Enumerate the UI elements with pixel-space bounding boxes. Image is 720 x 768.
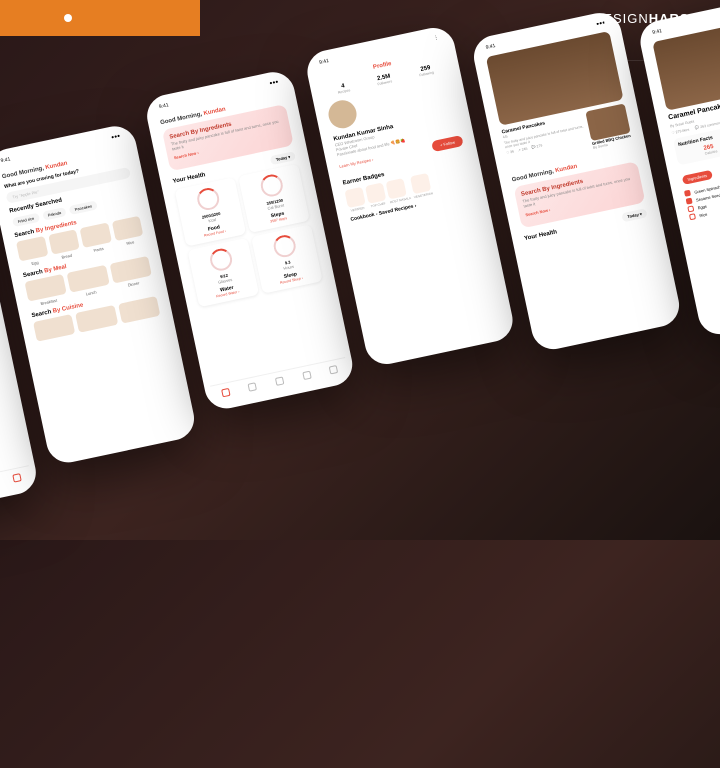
chip-friedrice[interactable]: Fried rice — [12, 213, 40, 227]
nav-kitchen[interactable] — [246, 382, 260, 396]
nav-community[interactable] — [327, 365, 341, 379]
filter-today[interactable]: Today ▾ — [270, 151, 296, 165]
nav-search[interactable] — [273, 376, 287, 390]
brand-logo: DESIGNHARSH — [593, 11, 700, 26]
cat-rice[interactable]: Rice — [111, 216, 144, 248]
chip-pakoda[interactable]: Pakoda — [42, 207, 67, 221]
health-sleep[interactable]: 9.3Hours SleepRecord Sleep › — [251, 224, 323, 293]
cat-breakfast[interactable]: Breakfast — [24, 274, 68, 309]
health-steps[interactable]: 350/1200Cal Burnt Steps3587 steps — [238, 164, 310, 233]
nav-health[interactable] — [219, 387, 233, 401]
chip-pancakes[interactable]: Pancakes — [69, 200, 98, 215]
health-water[interactable]: 9/12Glasses WaterRecord Water › — [187, 238, 259, 307]
cat-bread[interactable]: Bread — [48, 229, 81, 261]
recipes-link[interactable]: Learn My Recipes › — [339, 157, 374, 169]
bottom-nav — [0, 465, 33, 513]
avatar[interactable] — [326, 98, 359, 131]
nav-community[interactable] — [10, 473, 24, 487]
health-food[interactable]: 2500/3200Kcal FoodRecord Food › — [175, 177, 247, 246]
cat-pasta[interactable]: Pasta — [80, 223, 113, 255]
cat-dinner[interactable]: Dinner — [109, 256, 153, 291]
nav-categories[interactable] — [300, 370, 314, 384]
cat-lunch[interactable]: Lunch — [67, 265, 111, 300]
cat-egg[interactable]: Egg — [16, 236, 49, 268]
follow-button[interactable]: + Follow — [431, 135, 464, 152]
ingredients-tab[interactable]: Ingredients — [682, 170, 713, 185]
